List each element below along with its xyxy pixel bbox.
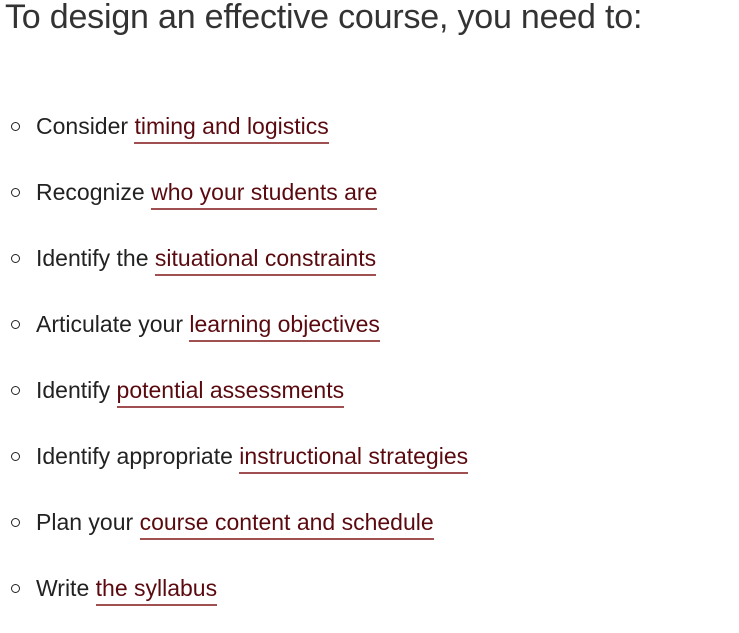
item-link[interactable]: potential assessments — [116, 377, 345, 408]
item-link[interactable]: course content and schedule — [139, 509, 434, 540]
item-prefix: Write — [36, 575, 96, 601]
item-text: Consider timing and logistics — [36, 113, 329, 144]
item-text: Identify potential assessments — [36, 377, 345, 408]
item-link[interactable]: the syllabus — [95, 575, 218, 606]
item-text: Recognize who your students are — [36, 179, 378, 210]
page-heading: To design an effective course, you need … — [5, 0, 643, 36]
item-text: Articulate your learning objectives — [36, 311, 380, 342]
circle-bullet-icon — [11, 452, 20, 461]
item-prefix: Identify the — [36, 245, 155, 271]
circle-bullet-icon — [11, 254, 20, 263]
circle-bullet-icon — [11, 518, 20, 527]
item-text: Plan your course content and schedule — [36, 509, 434, 540]
item-link[interactable]: timing and logistics — [134, 113, 329, 144]
circle-bullet-icon — [11, 386, 20, 395]
item-prefix: Plan your — [36, 509, 140, 535]
item-prefix: Articulate your — [36, 311, 190, 337]
item-text: Identify appropriate instructional strat… — [36, 443, 469, 474]
item-text: Write the syllabus — [36, 575, 218, 606]
item-prefix: Consider — [36, 113, 135, 139]
item-prefix: Recognize — [36, 179, 152, 205]
item-text: Identify the situational constraints — [36, 245, 377, 276]
circle-bullet-icon — [11, 320, 20, 329]
item-link[interactable]: situational constraints — [154, 245, 377, 276]
circle-bullet-icon — [11, 584, 20, 593]
item-prefix: Identify appropriate — [36, 443, 240, 469]
item-link[interactable]: learning objectives — [189, 311, 380, 342]
item-link[interactable]: instructional strategies — [239, 443, 469, 474]
circle-bullet-icon — [11, 188, 20, 197]
item-link[interactable]: who your students are — [151, 179, 378, 210]
circle-bullet-icon — [11, 122, 20, 131]
item-prefix: Identify — [36, 377, 117, 403]
